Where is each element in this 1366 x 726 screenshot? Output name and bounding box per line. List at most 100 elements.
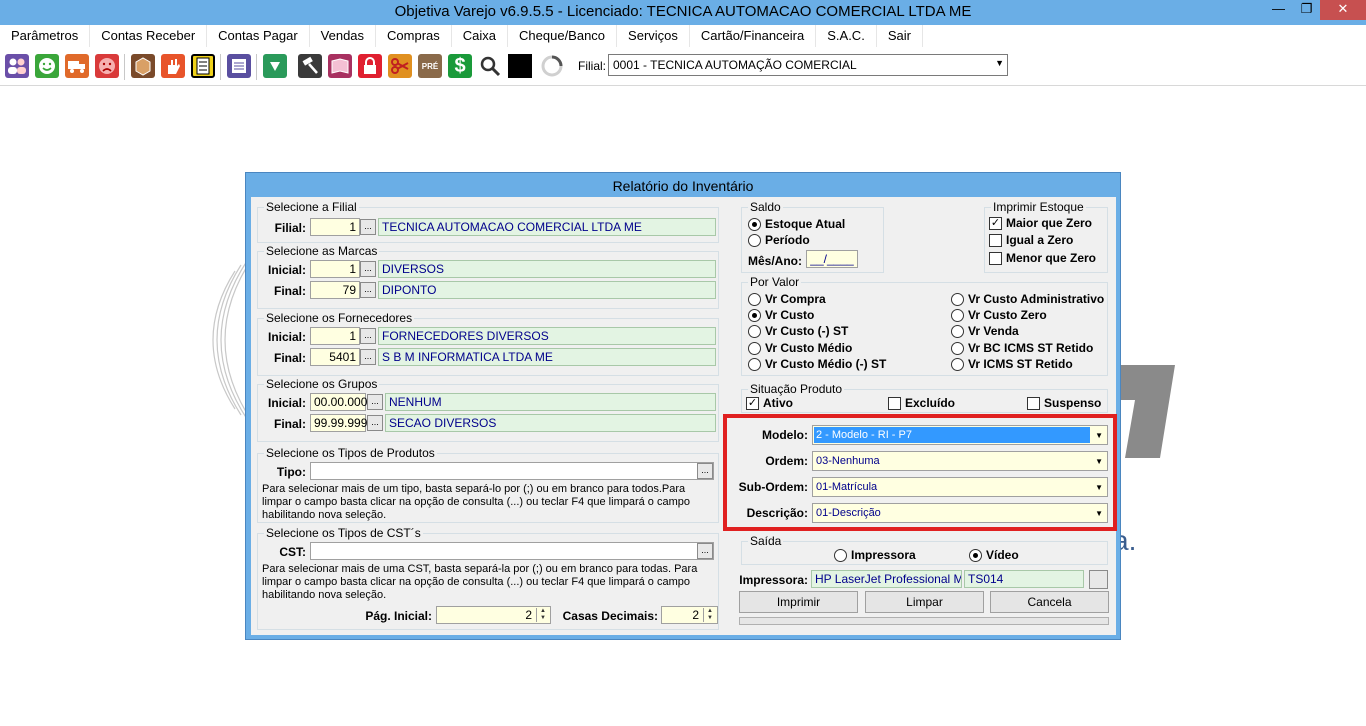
tipo-field[interactable] xyxy=(310,462,714,480)
fornecedores-final-code[interactable]: 5401 xyxy=(310,348,360,366)
notepad-icon[interactable] xyxy=(191,54,215,78)
filial-name-field: TECNICA AUTOMACAO COMERCIAL LTDA ME xyxy=(378,218,716,236)
spinner-icon[interactable] xyxy=(540,54,564,78)
grupos-final-lookup[interactable]: ... xyxy=(367,415,383,431)
menu-contas-receber[interactable]: Contas Receber xyxy=(90,25,208,47)
menu-compras[interactable]: Compras xyxy=(376,25,452,47)
progress-bar xyxy=(739,617,1109,625)
impressora-code-field: TS014 xyxy=(964,570,1084,588)
pag-inicial-spinner[interactable]: ▲ ▼ xyxy=(536,608,549,622)
filial-lookup-button[interactable]: ... xyxy=(360,219,376,235)
radio-icon xyxy=(951,341,964,355)
grupos-inicial-lookup[interactable]: ... xyxy=(367,394,383,410)
filial-code-field[interactable]: 1 xyxy=(310,218,360,236)
hammer-icon[interactable] xyxy=(298,54,322,78)
filial-label: Filial: xyxy=(274,221,306,235)
grupos-final-code[interactable]: 99.99.999 xyxy=(310,414,367,432)
cst-field[interactable] xyxy=(310,542,714,560)
maximize-button[interactable]: ❐ xyxy=(1293,0,1320,20)
vr-custo-zero-label: Vr Custo Zero xyxy=(968,308,1047,322)
marcas-group-legend: Selecione as Marcas xyxy=(264,244,380,258)
vr-icms-st-retido-radio[interactable]: Vr ICMS ST Retido xyxy=(951,357,1073,371)
marcas-inicial-code[interactable]: 1 xyxy=(310,260,360,278)
form-icon[interactable] xyxy=(227,54,251,78)
pre-sale-icon[interactable]: PRÉ xyxy=(418,54,442,78)
suspenso-checkbox[interactable]: Suspenso xyxy=(1027,396,1101,410)
tipo-lookup-button[interactable]: ... xyxy=(697,463,713,479)
truck-icon[interactable] xyxy=(65,54,89,78)
filial-group: Selecione a Filial Filial: 1 ... TECNICA… xyxy=(257,201,719,243)
menu-servicos[interactable]: Serviços xyxy=(617,25,690,47)
menu-cartao-financeira[interactable]: Cartão/Financeira xyxy=(690,25,817,47)
vr-custo-label: Vr Custo xyxy=(765,308,815,322)
saida-impressora-radio[interactable]: Impressora xyxy=(834,548,916,562)
menu-parametros[interactable]: Parâmetros xyxy=(0,25,91,47)
menu-sair[interactable]: Sair xyxy=(877,25,923,47)
chevron-down-icon: ▼ xyxy=(995,58,1004,68)
minimize-button[interactable]: — xyxy=(1265,0,1292,20)
menu-caixa[interactable]: Caixa xyxy=(452,25,509,47)
lock-icon[interactable] xyxy=(358,54,382,78)
saldo-estoque-atual-radio[interactable]: Estoque Atual xyxy=(748,217,845,231)
dollar-icon[interactable]: $ xyxy=(448,54,472,78)
excluido-checkbox[interactable]: Excluído xyxy=(888,396,955,410)
flag-icon[interactable] xyxy=(263,54,287,78)
marcas-final-lookup[interactable]: ... xyxy=(360,282,376,298)
pag-inicial-field[interactable]: 2 ▲ ▼ xyxy=(436,606,551,624)
vr-custo-radio[interactable]: Vr Custo xyxy=(748,308,814,322)
fornecedores-final-lookup[interactable]: ... xyxy=(360,349,376,365)
vr-custo-medio-radio[interactable]: Vr Custo Médio xyxy=(748,341,852,355)
fornecedores-inicial-lookup[interactable]: ... xyxy=(360,328,376,344)
box-icon[interactable] xyxy=(131,54,155,78)
saida-video-radio[interactable]: Vídeo xyxy=(969,548,1019,562)
checkbox-icon xyxy=(1027,396,1040,410)
vr-custo-medio-label: Vr Custo Médio xyxy=(765,341,853,355)
fornecedores-inicial-code[interactable]: 1 xyxy=(310,327,360,345)
casas-decimais-field[interactable]: 2 ▲ ▼ xyxy=(661,606,718,624)
vr-compra-radio[interactable]: Vr Compra xyxy=(748,292,826,306)
vr-bc-icms-st-retido-radio[interactable]: Vr BC ICMS ST Retido xyxy=(951,341,1093,355)
sad-face-icon[interactable] xyxy=(95,54,119,78)
scissors-icon[interactable] xyxy=(388,54,412,78)
book-icon[interactable] xyxy=(328,54,352,78)
saida-group: Saída Impressora Vídeo xyxy=(741,535,1108,565)
vr-custo-medio-st-radio[interactable]: Vr Custo Médio (-) ST xyxy=(748,357,886,371)
menu-vendas[interactable]: Vendas xyxy=(310,25,377,47)
ativo-label: Ativo xyxy=(763,396,793,410)
cancela-button[interactable]: Cancela xyxy=(990,591,1109,613)
marcas-final-code[interactable]: 79 xyxy=(310,281,360,299)
menu-bar: Parâmetros Contas Receber Contas Pagar V… xyxy=(0,25,1366,47)
vr-custo-administrativo-radio[interactable]: Vr Custo Administrativo xyxy=(951,292,1104,306)
grupos-final-name: SECAO DIVERSOS xyxy=(385,414,716,432)
hand-icon[interactable] xyxy=(161,54,185,78)
vr-bc-icms-st-retido-label: Vr BC ICMS ST Retido xyxy=(968,341,1094,355)
filial-select[interactable]: 0001 - TECNICA AUTOMAÇÃO COMERCIAL ▼ xyxy=(608,54,1008,76)
marcas-inicial-lookup[interactable]: ... xyxy=(360,261,376,277)
casas-decimais-spinner[interactable]: ▲ ▼ xyxy=(703,608,716,622)
limpar-button[interactable]: Limpar xyxy=(865,591,984,613)
saldo-periodo-radio[interactable]: Período xyxy=(748,233,810,247)
dialog-title: Relatório do Inventário xyxy=(612,178,754,194)
menu-cheque-banco[interactable]: Cheque/Banco xyxy=(508,25,618,47)
igual-a-zero-checkbox[interactable]: Igual a Zero xyxy=(989,233,1073,247)
maior-que-zero-checkbox[interactable]: ✓ Maior que Zero xyxy=(989,216,1092,230)
vr-custo-zero-radio[interactable]: Vr Custo Zero xyxy=(951,308,1047,322)
smiley-icon[interactable] xyxy=(35,54,59,78)
vr-venda-radio[interactable]: Vr Venda xyxy=(951,324,1019,338)
marcas-inicial-label: Inicial: xyxy=(267,263,306,277)
search-icon[interactable] xyxy=(478,54,502,78)
mes-ano-field[interactable]: __/____ xyxy=(806,250,858,268)
impressora-lookup-button[interactable] xyxy=(1089,570,1108,589)
radio-selected-icon xyxy=(969,548,982,562)
close-button[interactable]: ✕ xyxy=(1320,0,1366,20)
menu-sac[interactable]: S.A.C. xyxy=(816,25,877,47)
black-square-icon[interactable] xyxy=(508,54,532,78)
cst-lookup-button[interactable]: ... xyxy=(697,543,713,559)
menor-que-zero-checkbox[interactable]: Menor que Zero xyxy=(989,251,1096,265)
clients-icon[interactable] xyxy=(5,54,29,78)
grupos-inicial-code[interactable]: 00.00.000 xyxy=(310,393,367,411)
vr-custo-st-radio[interactable]: Vr Custo (-) ST xyxy=(748,324,848,338)
menu-contas-pagar[interactable]: Contas Pagar xyxy=(207,25,310,47)
imprimir-button[interactable]: Imprimir xyxy=(739,591,858,613)
ativo-checkbox[interactable]: ✓ Ativo xyxy=(746,396,793,410)
